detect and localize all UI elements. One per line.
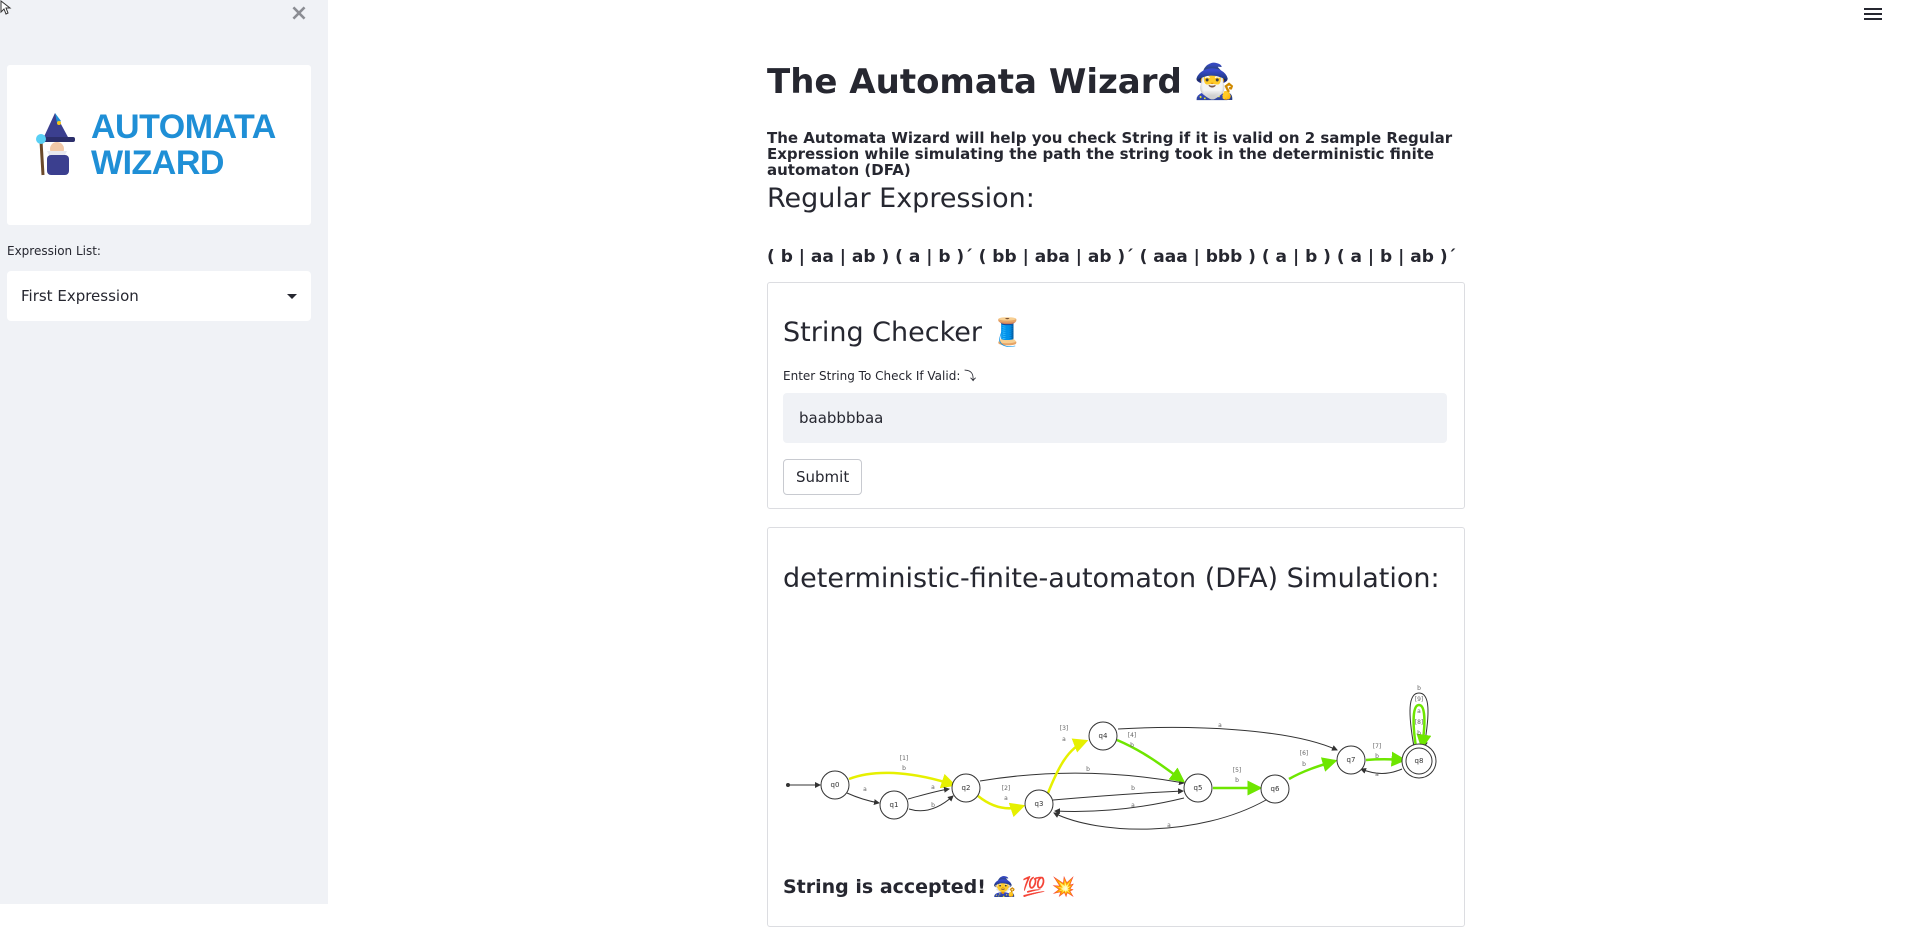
- result-message: String is accepted! 🧙 💯 💥: [783, 875, 1076, 898]
- label-q4-q7: a: [1218, 722, 1222, 729]
- chevron-down-icon: [287, 293, 297, 299]
- logo-line1: AUTOMATA: [91, 108, 276, 146]
- string-input-label: Enter String To Check If Valid: ⤵: [783, 369, 977, 383]
- edge-q8-q7: [1360, 768, 1403, 774]
- logo-line2: WIZARD: [91, 144, 224, 182]
- mouse-cursor-icon: [0, 0, 12, 15]
- state-q2: q2: [951, 773, 981, 803]
- result-text: String is accepted!: [783, 876, 986, 898]
- label-q8-loop-2: [9]: [1415, 696, 1424, 703]
- dfa-graph: q0 q1 q2 q3 q4 q5 q6 q7 q8 [1] b a a b […: [786, 685, 1437, 830]
- label-q0-q2-step: [1]: [900, 755, 909, 762]
- svg-text:q8: q8: [1415, 757, 1424, 765]
- string-checker-title: String Checker 🧵: [783, 316, 1024, 348]
- label-q6-q7-sym: b: [1302, 761, 1306, 768]
- label-q6-q7-step: [6]: [1300, 750, 1309, 757]
- label-q2-q3-step: [2]: [1002, 785, 1011, 792]
- edge-q6-q3: [1053, 799, 1267, 830]
- svg-text:q0: q0: [831, 781, 840, 789]
- edge-q6-q7: [1288, 757, 1338, 781]
- label-q1-q2b: b: [931, 802, 935, 809]
- page-description: The Automata Wizard will help you check …: [767, 129, 1453, 179]
- label-q3-q4-step: [3]: [1060, 725, 1069, 732]
- label-q8-loop-4: [8]: [1415, 719, 1424, 726]
- regex-heading: Regular Expression:: [767, 183, 1035, 214]
- expression-select[interactable]: First Expression: [7, 271, 311, 321]
- logo-text: AUTOMATA WIZARD: [91, 109, 291, 181]
- label-q8-loop-3: a: [1417, 708, 1421, 715]
- label-q3-q5: b: [1131, 785, 1135, 792]
- edge-q2-q3: [977, 795, 1026, 818]
- state-q0: q0: [820, 770, 850, 800]
- regex-expression: ( b | aa | ab ) ( a | b )´ ( bb | aba | …: [767, 247, 1457, 267]
- wizard-logo-icon: [36, 113, 75, 176]
- label-q7-q8-sym: b: [1375, 753, 1379, 760]
- state-q3: q3: [1024, 789, 1054, 819]
- label-q0-q2-sym: b: [902, 765, 906, 772]
- edge-q4-q5: [1116, 738, 1186, 783]
- state-q1: q1: [879, 790, 909, 820]
- result-emoji-icons: 🧙 💯 💥: [992, 876, 1076, 898]
- string-checker-title-text: String Checker: [783, 317, 982, 348]
- dfa-title: deterministic-finite-automaton (DFA) Sim…: [783, 563, 1440, 594]
- hamburger-menu-icon[interactable]: [1864, 5, 1882, 23]
- svg-text:q2: q2: [962, 784, 971, 792]
- expression-select-value: First Expression: [21, 287, 139, 305]
- label-q8-loop-1: b: [1417, 685, 1421, 692]
- state-q6: q6: [1260, 774, 1290, 804]
- label-q1-q2a: a: [931, 784, 935, 791]
- page-title-text: The Automata Wizard: [767, 62, 1182, 102]
- svg-text:q5: q5: [1194, 784, 1203, 792]
- string-input[interactable]: [783, 393, 1447, 443]
- sidebar: × AUTOMATA WIZARD Expression List: First…: [0, 0, 328, 904]
- svg-text:q4: q4: [1099, 732, 1108, 740]
- edge-q0-q2: [848, 771, 957, 789]
- edge-q4-q7: [1117, 727, 1338, 751]
- label-q8-q7: a: [1375, 771, 1379, 778]
- thread-emoji-icon: 🧵: [990, 317, 1025, 348]
- label-q5-q3: a: [1131, 802, 1135, 809]
- wizard-emoji-icon: 🧙‍♂️: [1193, 62, 1237, 102]
- edge-q2-q5: [979, 772, 1185, 786]
- label-q5-q6-step: [5]: [1233, 767, 1242, 774]
- label-q6-q3: a: [1167, 822, 1171, 829]
- label-q4-q5-sym: b: [1130, 742, 1134, 749]
- state-q5: q5: [1183, 773, 1213, 803]
- app-logo: AUTOMATA WIZARD: [7, 65, 311, 225]
- edge-q1-q2a: [907, 786, 950, 800]
- edge-q7-q8: [1365, 751, 1407, 767]
- label-q0-q1: a: [863, 786, 867, 793]
- label-q2-q3-sym: a: [1004, 795, 1008, 802]
- label-q3-q4-sym: a: [1062, 736, 1066, 743]
- edge-q5-q3: [1054, 797, 1185, 815]
- submit-button[interactable]: Submit: [783, 459, 863, 495]
- expression-list-label: Expression List:: [7, 244, 101, 258]
- label-q2-q5: b: [1086, 766, 1090, 773]
- dfa-simulation-panel: deterministic-finite-automaton (DFA) Sim…: [767, 527, 1465, 927]
- svg-text:q1: q1: [890, 801, 899, 809]
- svg-text:q7: q7: [1347, 756, 1356, 764]
- state-q7: q7: [1336, 745, 1366, 775]
- state-q8: q8: [1401, 743, 1437, 779]
- state-q4: q4: [1088, 721, 1118, 751]
- close-sidebar-icon[interactable]: ×: [286, 0, 312, 26]
- edge-q3-q5: [1052, 788, 1184, 801]
- string-checker-form: String Checker 🧵 Enter String To Check I…: [767, 282, 1465, 509]
- label-q8-loop-5: b: [1417, 730, 1421, 737]
- edge-q3-q4: [1046, 738, 1089, 794]
- page-title: The Automata Wizard 🧙‍♂️: [767, 62, 1236, 102]
- svg-text:q6: q6: [1271, 785, 1280, 793]
- label-q5-q6-sym: b: [1235, 777, 1239, 784]
- label-q4-q5-step: [4]: [1128, 732, 1137, 739]
- svg-text:q3: q3: [1035, 800, 1044, 808]
- label-q7-q8-step: [7]: [1373, 743, 1382, 750]
- edge-q0-q1: [846, 792, 880, 806]
